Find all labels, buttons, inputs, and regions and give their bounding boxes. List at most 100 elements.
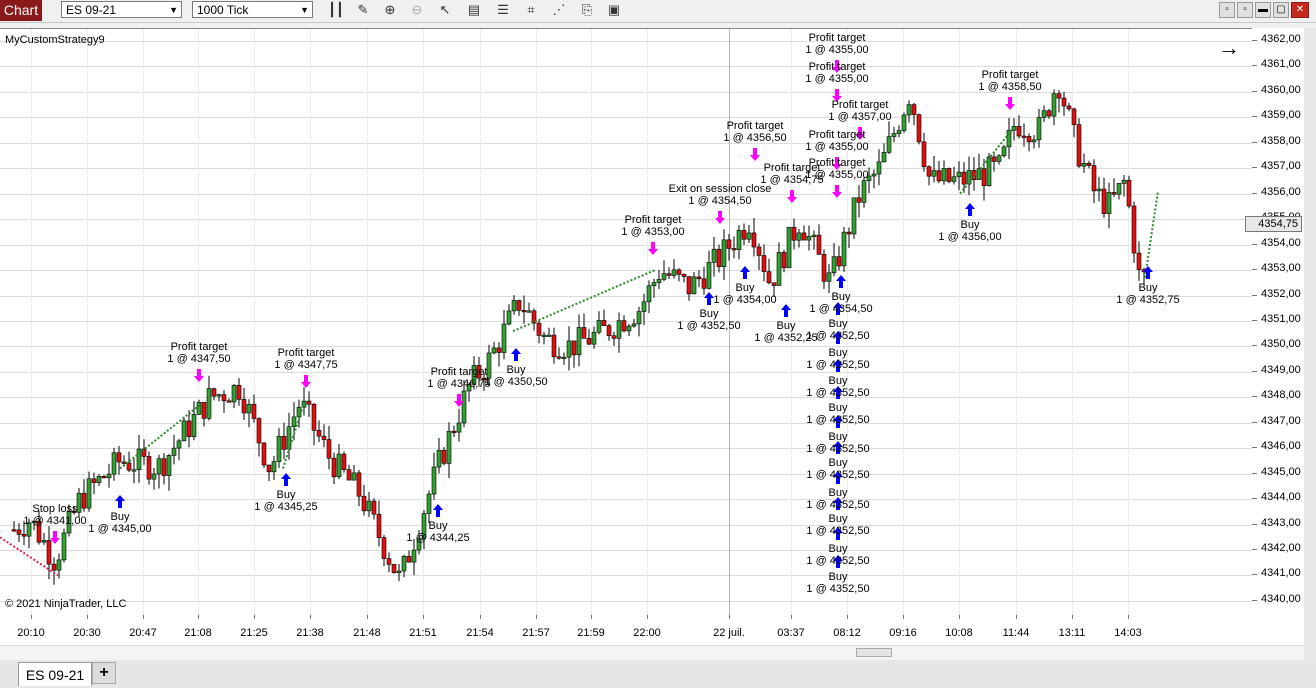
price-axis[interactable]: 4362,00 4361,00 4360,00 4359,00 4358,00 4357,… [1252,28,1304,616]
annotation-title: Buy [960,219,980,231]
candle-up [591,331,597,345]
instrument-tab[interactable]: ES 09-21 [18,662,92,686]
annotation-detail: 1 @ 4352,50 [806,387,870,399]
x-tick-label: 21:08 [184,627,212,639]
candlestick-series [0,60,1159,585]
y-tick-label: 4358,00 [1261,134,1301,147]
y-tick-mark [1252,319,1257,321]
candle-down [221,394,227,402]
annotation-detail: 1 @ 4352,50 [806,359,870,371]
candle-down [306,400,312,405]
annotation-title: Buy [828,431,848,443]
candle-up [366,500,372,512]
instrument-selector[interactable]: ES 09-21 ▼ [61,1,182,18]
candle-up [411,549,417,563]
candle-up [786,226,792,269]
candle-up [171,447,177,456]
close-icon[interactable]: ✕ [1291,2,1309,18]
interval-selector[interactable]: 1000 Tick ▼ [192,1,313,18]
candle-down [1016,126,1022,137]
indicators-icon[interactable]: ⋰ [550,2,568,18]
bar-type-icon[interactable]: ┃┃ [327,2,345,18]
minimize-icon[interactable]: ▬ [1255,2,1271,18]
annotation-title: Buy [828,318,848,330]
candle-up [196,402,202,415]
candle-down [311,403,317,431]
candle-up [336,453,342,478]
x-tick-mark [423,615,424,619]
candle-up [906,104,912,116]
annotation-title: Buy [828,375,848,387]
chart-window-tab[interactable]: Chart [0,0,42,21]
candle-down [961,171,967,185]
candle-up [501,323,507,353]
candle-up [166,455,172,476]
candle-up [1106,192,1112,214]
x-tick-mark [536,615,537,619]
tile-icon[interactable]: ▫ [1237,2,1253,18]
add-tab-button[interactable]: + [92,662,116,684]
candle-down [1086,162,1092,166]
candle-up [176,440,182,449]
candle-up [491,347,497,354]
candle-up [1006,129,1012,148]
buy-arrow-icon [433,504,443,517]
candle-down [856,197,862,203]
properties-icon[interactable]: ☰ [494,2,512,18]
candle-down [911,104,917,115]
x-tick-mark [143,615,144,619]
data-box-icon[interactable]: ▤ [465,2,483,18]
candle-up [656,279,662,283]
candle-up [1121,179,1127,184]
y-tick-label: 4360,00 [1261,83,1301,96]
x-tick-mark [1128,615,1129,619]
more-icon[interactable]: ▣ [605,2,623,18]
annotation-title: Buy [828,347,848,359]
x-tick-label: 22:00 [633,627,661,639]
candle-down [256,418,262,444]
exit-annotation: Profit target 1 @ 4357,00 [828,99,891,123]
x-tick-label: 20:30 [73,627,101,639]
candle-up [576,327,582,356]
scroll-thumb[interactable] [856,648,892,657]
annotation-detail: 1 @ 4356,00 [938,231,1002,243]
candle-up [156,458,162,475]
candle-up [456,422,462,433]
x-tick-mark [480,615,481,619]
annotation-title: Buy [735,282,755,294]
price-chart-panel[interactable]: MyCustomStrategy9 → Stop loss 1 @ 4341,00… [0,28,1253,617]
vertical-scrollbar[interactable] [1304,28,1316,660]
exit-arrow-icon [787,190,797,203]
restore-icon[interactable]: ▫ [1219,2,1235,18]
zoom-out-icon[interactable]: ⊖ [408,2,426,18]
maximize-icon[interactable]: ▢ [1273,2,1289,18]
time-axis[interactable]: 20:10 20:30 20:47 21:08 21:25 21:38 21:48 21:51… [0,615,1304,645]
candle-down [666,273,672,276]
zoom-in-icon[interactable]: ⊕ [381,2,399,18]
y-tick-mark [1252,498,1257,500]
candle-down [16,529,22,535]
annotation-detail: 1 @ 4352,50 [806,443,870,455]
annotation-title: Buy [110,511,130,523]
x-tick-label: 21:38 [296,627,324,639]
candle-up [871,173,877,177]
candle-down [406,556,412,563]
candle-down [331,457,337,478]
candle-down [1091,165,1097,192]
templates-icon[interactable]: ⎘ [578,2,596,18]
strategy-icon[interactable]: ⌗ [522,2,540,18]
candle-up [811,234,817,237]
y-tick-label: 4342,00 [1261,542,1301,554]
buy-annotation: Buy 1 @ 4356,00 [938,219,1001,243]
horizontal-scrollbar[interactable] [0,645,1304,660]
draw-pencil-icon[interactable]: ✎ [354,2,372,18]
candle-down [991,156,997,162]
candle-up [881,152,887,163]
buy-arrow-icon [115,495,125,508]
exit-arrow-icon [715,211,725,224]
x-tick-mark [1016,615,1017,619]
annotation-title: Stop loss [32,503,78,515]
exit-annotation: Profit target 1 @ 4355,00 [805,157,868,181]
pointer-icon[interactable]: ↖ [436,2,454,18]
candle-down [236,385,242,400]
